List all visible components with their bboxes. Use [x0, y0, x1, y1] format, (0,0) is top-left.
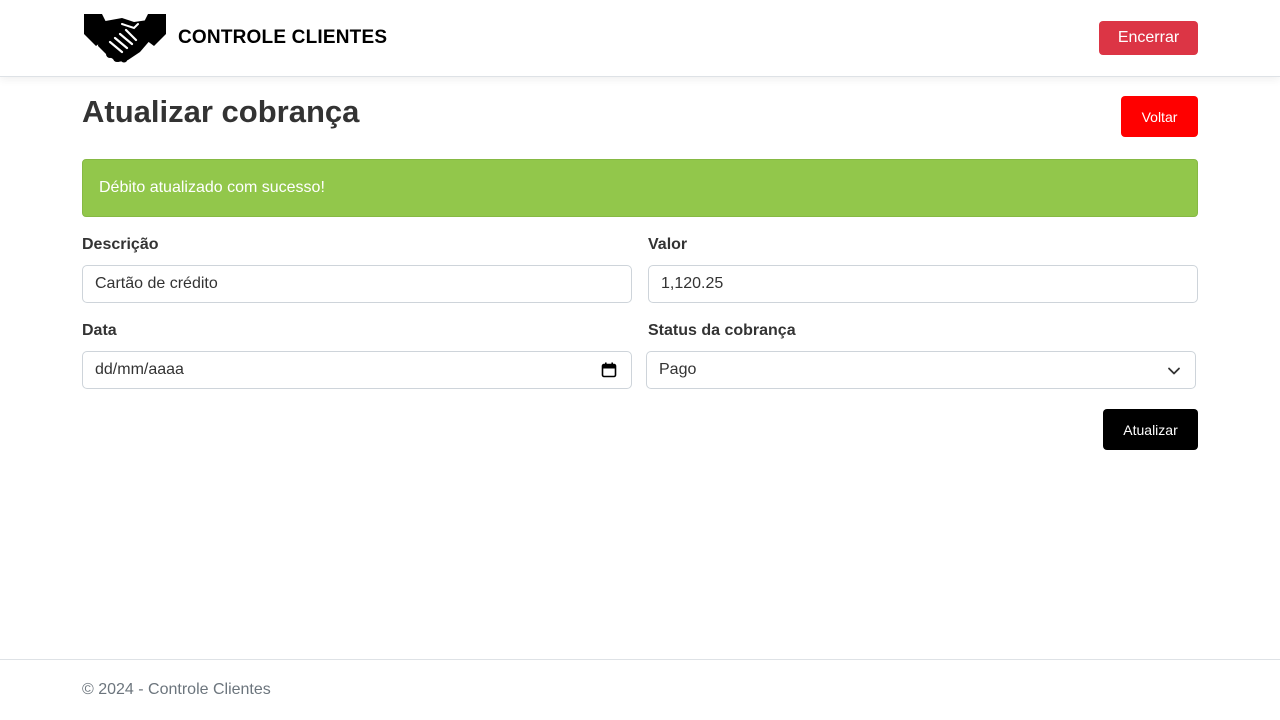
alert-message: Débito atualizado com sucesso!: [99, 179, 325, 196]
calendar-icon[interactable]: [601, 362, 617, 378]
footer-copyright: © 2024 - Controle Clientes: [82, 681, 271, 698]
brand-name[interactable]: CONTROLE CLIENTES: [178, 27, 387, 49]
descricao-input[interactable]: Cartão de crédito: [82, 265, 632, 303]
footer: © 2024 - Controle Clientes: [0, 659, 1280, 720]
status-label: Status da cobrança: [648, 322, 796, 339]
success-alert: Débito atualizado com sucesso!: [82, 159, 1198, 217]
handshake-icon[interactable]: [82, 12, 168, 64]
navbar: CONTROLE CLIENTES Encerrar: [0, 0, 1280, 77]
page-title: Atualizar cobrança: [82, 94, 360, 129]
back-button[interactable]: Voltar: [1121, 96, 1198, 137]
data-input[interactable]: dd/mm/aaaa: [82, 351, 632, 389]
descricao-value: Cartão de crédito: [95, 275, 218, 292]
descricao-label: Descrição: [82, 236, 159, 253]
valor-label: Valor: [648, 236, 688, 253]
data-label: Data: [82, 322, 117, 339]
status-select[interactable]: Pago: [646, 351, 1196, 389]
logout-button[interactable]: Encerrar: [1099, 21, 1198, 55]
data-placeholder: dd/mm/aaaa: [95, 361, 184, 378]
valor-value: 1,120.25: [661, 275, 724, 292]
update-button[interactable]: Atualizar: [1103, 409, 1198, 450]
chevron-down-icon: [1168, 367, 1180, 375]
valor-input[interactable]: 1,120.25: [648, 265, 1198, 303]
status-selected: Pago: [659, 361, 697, 378]
